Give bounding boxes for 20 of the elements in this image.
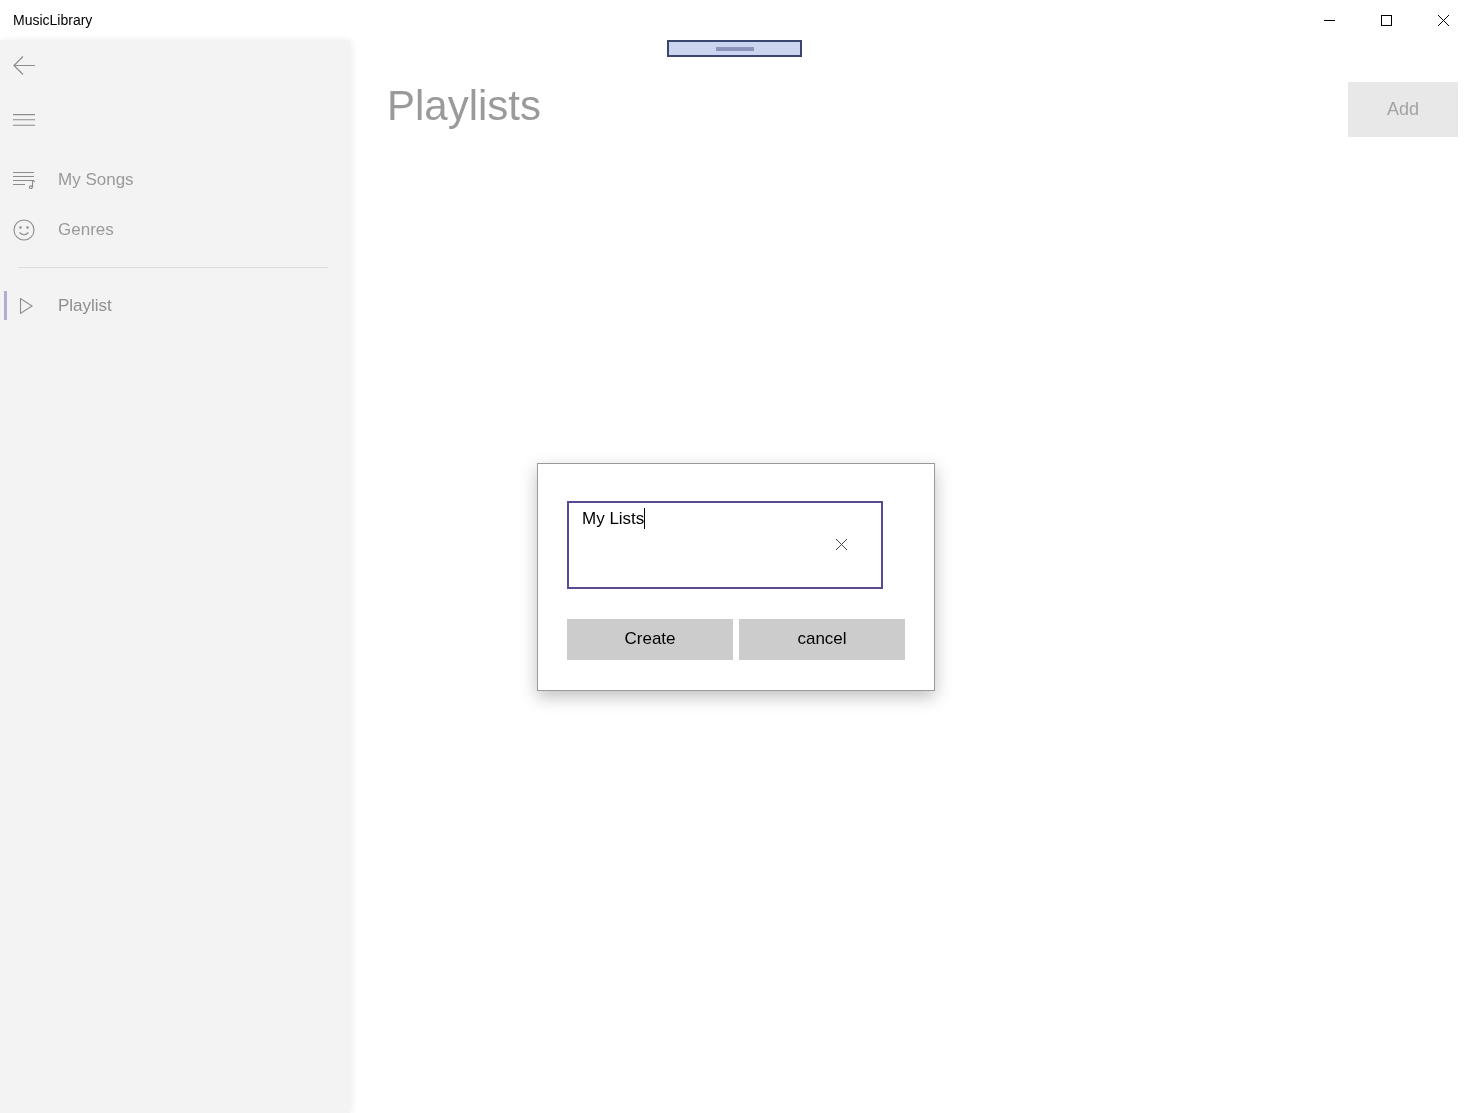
menu-icon [13, 114, 35, 126]
minimize-icon [1324, 19, 1335, 21]
nav-item[interactable]: Genres [0, 205, 350, 255]
toolbar-expander[interactable] [667, 40, 802, 57]
grip-icon [715, 46, 754, 51]
smiley-icon [13, 219, 35, 241]
dialog-button[interactable]: cancel [739, 618, 905, 660]
music-list-icon [13, 171, 35, 189]
selection-indicator [4, 291, 7, 320]
text-cursor-icon [644, 507, 646, 529]
nav-item[interactable]: Playlist [0, 281, 350, 331]
maximize-icon [1381, 14, 1392, 26]
nav-item[interactable]: My Songs [0, 155, 350, 205]
page-title: Playlists [387, 82, 542, 130]
close-icon [835, 538, 847, 550]
back-arrow-icon [13, 55, 35, 75]
window-title: MusicLibrary [13, 12, 93, 28]
playlist-name-input[interactable]: My Lists [567, 500, 883, 589]
dialog-button[interactable]: Create [567, 618, 733, 660]
close-icon [1438, 14, 1449, 26]
